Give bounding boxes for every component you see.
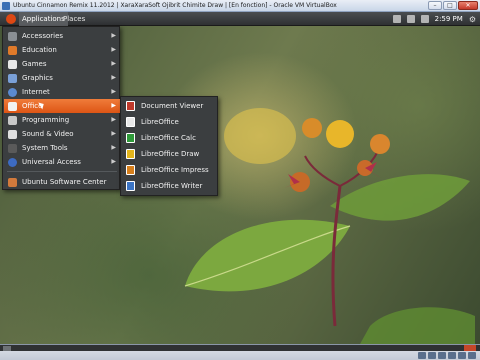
volume-icon[interactable] [406, 15, 415, 23]
network-adapter-icon[interactable] [448, 352, 456, 359]
applications-menu[interactable]: Applications [19, 12, 68, 26]
menu-separator [7, 171, 117, 172]
graphics-icon [8, 73, 17, 83]
system-tools-icon [8, 143, 17, 153]
menu-item-internet[interactable]: Internet ▶ [4, 85, 120, 99]
virtualbox-icon [2, 2, 10, 10]
menu-item-games[interactable]: Games ▶ [4, 57, 120, 71]
menu-item-label: Ubuntu Software Center [22, 178, 107, 186]
internet-icon [8, 87, 17, 97]
accessories-icon [8, 31, 17, 41]
sound-video-icon [8, 129, 17, 139]
office-submenu: Document Viewer LibreOffice LibreOffice … [120, 96, 218, 196]
menu-item-graphics[interactable]: Graphics ▶ [4, 71, 120, 85]
maximize-button[interactable]: □ [443, 1, 457, 10]
network-icon[interactable] [392, 15, 401, 23]
menu-item-label: Internet [22, 88, 50, 96]
guest-bottom-panel [0, 345, 480, 351]
places-menu[interactable]: Places [63, 12, 85, 26]
libreoffice-writer-icon [126, 181, 135, 191]
submenu-item-libreoffice[interactable]: LibreOffice [122, 114, 218, 130]
applications-dropdown: Accessories ▶ Education ▶ Games ▶ Graphi… [2, 26, 120, 190]
submenu-item-libreoffice-calc[interactable]: LibreOffice Calc [122, 130, 218, 146]
ubuntu-logo-icon[interactable] [6, 14, 16, 24]
libreoffice-impress-icon [126, 165, 135, 175]
chevron-right-icon: ▶ [111, 130, 116, 137]
menu-item-office[interactable]: Office ▶ [4, 99, 120, 113]
menu-item-label: Graphics [22, 74, 53, 82]
submenu-item-libreoffice-draw[interactable]: LibreOffice Draw [122, 146, 218, 162]
chevron-right-icon: ▶ [111, 158, 116, 165]
optical-drive-icon[interactable] [428, 352, 436, 359]
user-icon[interactable] [420, 15, 429, 23]
chevron-right-icon: ▶ [111, 74, 116, 81]
universal-access-icon [8, 157, 17, 167]
vbox-title-bar: Ubuntu Cinnamon Remix 11.2012 | XaraXara… [0, 0, 480, 12]
menu-item-label: Programming [22, 116, 70, 124]
chevron-right-icon: ▶ [111, 32, 116, 39]
software-center-icon [8, 177, 17, 187]
libreoffice-draw-icon [126, 149, 135, 159]
education-icon [8, 45, 17, 55]
menu-item-universal-access[interactable]: Universal Access ▶ [4, 155, 120, 169]
menu-item-label: Education [22, 46, 57, 54]
gear-icon[interactable]: ⚙ [469, 15, 476, 24]
menu-item-label: Sound & Video [22, 130, 74, 138]
menu-item-ubuntu-software-center[interactable]: Ubuntu Software Center [4, 175, 120, 189]
games-icon [8, 59, 17, 69]
libreoffice-icon [126, 117, 135, 127]
submenu-item-label: LibreOffice Writer [141, 182, 203, 190]
menu-item-accessories[interactable]: Accessories ▶ [4, 29, 120, 43]
submenu-item-label: LibreOffice Calc [141, 134, 196, 142]
programming-icon [8, 115, 17, 125]
window-controls: – □ ✕ [428, 1, 478, 10]
submenu-item-label: LibreOffice Draw [141, 150, 200, 158]
menu-item-programming[interactable]: Programming ▶ [4, 113, 120, 127]
menu-item-label: Accessories [22, 32, 64, 40]
office-icon [8, 101, 17, 111]
show-desktop-icon[interactable] [3, 346, 11, 351]
usb-icon[interactable] [438, 352, 446, 359]
trash-icon[interactable] [464, 345, 476, 351]
chevron-right-icon: ▶ [111, 144, 116, 151]
menu-item-label: Games [22, 60, 47, 68]
libreoffice-calc-icon [126, 133, 135, 143]
chevron-right-icon: ▶ [111, 102, 116, 109]
close-button[interactable]: ✕ [458, 1, 478, 10]
vbox-status-icons [418, 352, 476, 359]
system-tray: 2:59 PM ⚙ [392, 12, 476, 26]
host-key-icon[interactable] [468, 352, 476, 359]
shared-folder-icon[interactable] [458, 352, 466, 359]
submenu-item-label: Document Viewer [141, 102, 204, 110]
chevron-right-icon: ▶ [111, 60, 116, 67]
menu-item-system-tools[interactable]: System Tools ▶ [4, 141, 120, 155]
window-title: Ubuntu Cinnamon Remix 11.2012 | XaraXara… [13, 2, 337, 9]
menu-item-label: System Tools [22, 144, 68, 152]
top-panel: Applications Places 2:59 PM ⚙ [0, 12, 480, 26]
submenu-item-label: LibreOffice Impress [141, 166, 209, 174]
chevron-right-icon: ▶ [111, 46, 116, 53]
menu-item-education[interactable]: Education ▶ [4, 43, 120, 57]
hard-disk-icon[interactable] [418, 352, 426, 359]
bottom-bar [0, 344, 480, 360]
chevron-right-icon: ▶ [111, 116, 116, 123]
submenu-item-label: LibreOffice [141, 118, 179, 126]
clock[interactable]: 2:59 PM [435, 15, 463, 23]
menu-item-sound-video[interactable]: Sound & Video ▶ [4, 127, 120, 141]
minimize-button[interactable]: – [428, 1, 442, 10]
submenu-item-document-viewer[interactable]: Document Viewer [122, 98, 218, 114]
submenu-item-libreoffice-impress[interactable]: LibreOffice Impress [122, 162, 218, 178]
submenu-item-libreoffice-writer[interactable]: LibreOffice Writer [122, 178, 218, 194]
document-viewer-icon [126, 101, 135, 111]
chevron-right-icon: ▶ [111, 88, 116, 95]
menu-item-label: Universal Access [22, 158, 81, 166]
